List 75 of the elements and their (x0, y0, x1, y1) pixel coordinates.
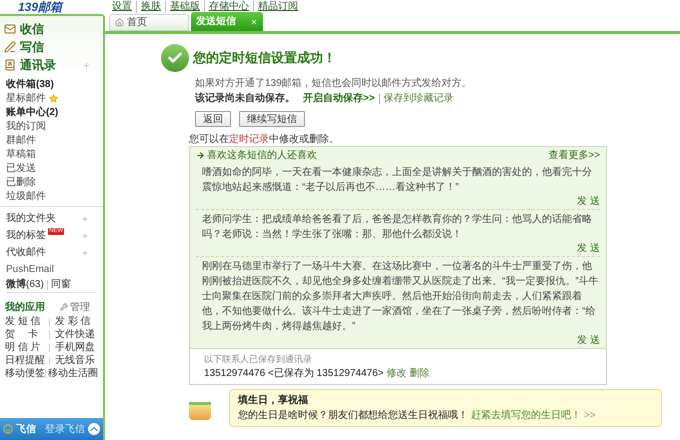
sidebar-action[interactable]: 写信 (20, 38, 44, 56)
tab[interactable]: 首页 (109, 14, 189, 31)
send-link[interactable]: 发 送 (577, 242, 600, 256)
recommend-title: 喜欢这条短信的人还喜欢 (207, 148, 317, 162)
add-icon[interactable] (81, 248, 89, 256)
app-link[interactable]: 手机网盘 (55, 340, 95, 355)
scheduled-records-link[interactable]: 定时记录 (229, 134, 269, 145)
add-icon[interactable] (81, 232, 89, 240)
weibo-count: (63) (26, 278, 44, 292)
delete-link[interactable]: 删除 (410, 366, 430, 381)
contacts-icon (4, 59, 16, 71)
folder-item[interactable]: 草稿箱 (6, 146, 36, 162)
action-button[interactable]: 继续写短信 (239, 111, 305, 127)
add-icon[interactable] (81, 214, 89, 222)
smiley-icon (3, 424, 13, 434)
top-link[interactable]: 换肤 (136, 1, 165, 13)
sms-text: 老师问学生：把成绩单给爸爸看了后，爸爸是怎样教育你的？学生问：他骂人的话能省略吗？老师说：当然！学生张了张嘴：那、那他什么都没说！ (202, 212, 593, 242)
expand-icon[interactable] (88, 423, 100, 435)
send-link[interactable]: 发 送 (577, 195, 600, 209)
app-link[interactable]: 发 短 信 (5, 314, 49, 329)
view-more-link[interactable]: 查看更多>> (548, 148, 600, 162)
cake-icon (189, 402, 211, 420)
contacts-saved-note: 以下联系人已保存到通讯录 (204, 353, 312, 366)
folder-item[interactable]: 群邮件 (6, 132, 36, 148)
arrow-icon (196, 150, 205, 160)
add-icon[interactable] (82, 60, 91, 70)
classmates-link[interactable]: 同窗 (46, 280, 71, 290)
success-title: 您的定时短信设置成功！ (193, 49, 336, 68)
edit-link[interactable]: 修改 (386, 366, 407, 381)
app-link[interactable]: 移动便签 (5, 366, 45, 381)
wrench-icon (60, 303, 68, 311)
edit-note-text: 您可以在定时记录中修改或删除。 (189, 134, 339, 145)
contact-entry: 13512974476 <已保存为 13512974476> (204, 366, 384, 381)
pushemail-link[interactable]: PushEmail (6, 262, 54, 276)
sms-text: 嗜酒如命的阿毕，一天在看一本健康杂志，上面全是讲解关于酗酒的害处的，他看完十分震惊地站起来感慨道：“老子以后再也不……看这种书了！” (202, 166, 593, 195)
sidebar-action[interactable]: 收信 (20, 20, 44, 38)
folder-item[interactable]: 已删除 (6, 174, 36, 190)
folder-group[interactable]: 我的标签 (6, 228, 46, 243)
inbox-icon (4, 23, 16, 35)
folder-group[interactable]: 代收邮件 (6, 245, 46, 260)
action-button[interactable]: 返回 (195, 111, 231, 127)
folder-group[interactable]: 我的文件夹 (6, 211, 56, 226)
app-link[interactable]: 日程提醒 (5, 353, 49, 368)
app-link[interactable]: 贺 卡 (5, 327, 49, 342)
birthday-title: 填生日，享祝福 (238, 393, 308, 408)
app-link[interactable]: 文件快递 (55, 327, 95, 342)
sms-text: 刚刚在马德里市举行了一场斗牛大赛。在这场比赛中，一位著名的斗牛士严重受了伤，他刚刚被抬进医院不久，却见他全身多处缠着绷带又从医院走了出来。“我一定要报仇。”斗牛士向聚集在医院门前的众多崇拜者大声疾呼。然后他开始沿街向前走去，人们紧紧跟着他，不知他要做什么。该斗牛士走进了一家酒馆，坐在了一张桌子旁，然后吩咐侍者：“给我上两份烤牛肉，烤得越焦越好。” (202, 260, 600, 334)
app-link[interactable]: 发 彩 信 (55, 314, 91, 329)
app-link[interactable]: 明 信 片 (5, 340, 49, 355)
autosave-text: 该记录尚未自动保存。 (195, 92, 295, 106)
fill-birthday-link[interactable]: 赶紧去填写您的生日吧！ (471, 408, 581, 423)
enable-autosave-link[interactable]: 开启自动保存>> (303, 91, 375, 106)
home-icon (115, 18, 124, 27)
folder-item[interactable]: 星标邮件 (6, 90, 46, 106)
folder-item[interactable]: 已发送 (6, 160, 36, 176)
app-link[interactable]: 移动生活圈 (48, 366, 98, 381)
folder-item[interactable]: 收件箱(38) (6, 76, 54, 92)
weibo-link[interactable]: 微博 (6, 277, 26, 292)
save-collection-link[interactable]: 保存到珍藏记录 (378, 94, 454, 104)
notice-text: 如果对方开通了139邮箱，短信也会同时以邮件方式发给对方。 (195, 76, 472, 91)
top-link[interactable]: 设置 (108, 1, 136, 13)
folder-item[interactable]: 我的订阅 (6, 118, 46, 134)
success-icon (161, 44, 189, 72)
manage-link[interactable]: 管理 (70, 300, 90, 314)
compose-icon (4, 41, 16, 53)
folder-item[interactable]: 账单中心(2) (6, 104, 58, 120)
logo: 139邮箱 (18, 0, 62, 14)
send-link[interactable]: 发 送 (577, 334, 600, 348)
apps-title: 我的应用 (5, 300, 45, 314)
fetion-label: 飞信 (16, 422, 36, 436)
sidebar-action[interactable]: 通讯录 (20, 56, 56, 74)
birthday-text: 您的生日是啥时候？朋友们都想给您送生日祝福哦！ (238, 408, 468, 423)
folder-item[interactable]: 垃圾邮件 (6, 188, 46, 204)
close-icon[interactable] (250, 18, 258, 26)
app-link[interactable]: 无线音乐 (55, 353, 95, 368)
